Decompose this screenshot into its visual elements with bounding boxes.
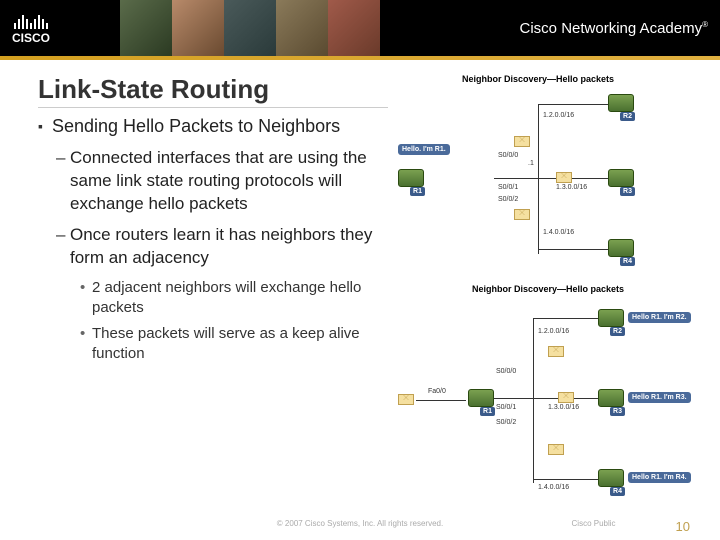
page-number: 10 <box>676 519 690 534</box>
network-link <box>538 249 608 250</box>
envelope-icon <box>558 392 574 403</box>
copyright: © 2007 Cisco Systems, Inc. All rights re… <box>277 519 443 528</box>
cisco-bars-icon <box>14 11 48 29</box>
envelope-icon <box>514 136 530 147</box>
envelope-icon <box>556 172 572 183</box>
page-title: Link-State Routing <box>38 74 388 108</box>
router-icon <box>608 169 634 187</box>
if-label: S0/0/0 <box>496 368 516 375</box>
net-label: 1.3.0.0/16 <box>548 404 579 411</box>
diagram-title: Neighbor Discovery—Hello packets <box>398 74 678 84</box>
envelope-icon <box>548 444 564 455</box>
network-link <box>538 104 539 254</box>
if-label: S0/0/2 <box>496 419 516 426</box>
if-label: S0/0/1 <box>498 184 518 191</box>
net-label: 1.4.0.0/16 <box>538 484 569 491</box>
if-label: S0/0/2 <box>498 196 518 203</box>
cisco-text: CISCO <box>12 31 50 45</box>
classification: Cisco Public <box>572 519 616 534</box>
network-link <box>533 318 534 483</box>
slide-content: Link-State Routing Sending Hello Packets… <box>0 60 720 371</box>
academy-label: Cisco Networking Academy® <box>520 20 708 37</box>
if-label: S0/0/0 <box>498 152 518 159</box>
speech-bubble: Hello R1. I'm R2. <box>628 312 691 323</box>
diagram-column: Neighbor Discovery—Hello packets Hello. … <box>398 74 690 371</box>
router-icon <box>608 239 634 257</box>
bullet-level1: Sending Hello Packets to Neighbors <box>38 116 388 137</box>
router-icon <box>608 94 634 112</box>
diagram-hello-send: Neighbor Discovery—Hello packets Hello. … <box>398 74 678 259</box>
diagram-hello-reply: Neighbor Discovery—Hello packets Fa0/0 S… <box>398 284 698 504</box>
envelope-icon <box>548 346 564 357</box>
net-label: 1.4.0.0/16 <box>543 229 574 236</box>
text-column: Link-State Routing Sending Hello Packets… <box>38 74 398 371</box>
network-link <box>538 104 608 105</box>
network-link <box>533 479 598 480</box>
network-link <box>494 178 608 179</box>
bullet-level3: These packets will serve as a keep alive… <box>80 324 388 365</box>
router-icon <box>598 309 624 327</box>
footer: © 2007 Cisco Systems, Inc. All rights re… <box>0 519 720 534</box>
router-icon <box>398 169 424 187</box>
net-label: 1.2.0.0/16 <box>543 112 574 119</box>
envelope-icon <box>514 209 530 220</box>
net-label: 1.2.0.0/16 <box>538 328 569 335</box>
if-label: S0/0/1 <box>496 404 516 411</box>
bullet-level2: Once routers learn it has neighbors they… <box>56 224 388 270</box>
bullet-level2: Connected interfaces that are using the … <box>56 147 388 216</box>
router-icon <box>598 469 624 487</box>
network-link <box>494 398 598 399</box>
diagram-title: Neighbor Discovery—Hello packets <box>398 284 698 294</box>
if-label: Fa0/0 <box>428 388 446 395</box>
network-link <box>416 400 466 401</box>
net-label: 1.3.0.0/16 <box>556 184 587 191</box>
router-icon <box>598 389 624 407</box>
speech-bubble: Hello. I'm R1. <box>398 144 450 155</box>
speech-bubble: Hello R1. I'm R3. <box>628 392 691 403</box>
bullet-level3: 2 adjacent neighbors will exchange hello… <box>80 278 388 319</box>
header-bar: CISCO Cisco Networking Academy® <box>0 0 720 56</box>
router-icon <box>468 389 494 407</box>
ip-label: .1 <box>528 160 534 167</box>
speech-bubble: Hello R1. I'm R4. <box>628 472 691 483</box>
header-faces <box>120 0 380 56</box>
cisco-logo: CISCO <box>12 11 50 45</box>
envelope-icon <box>398 394 414 405</box>
network-link <box>533 318 598 319</box>
